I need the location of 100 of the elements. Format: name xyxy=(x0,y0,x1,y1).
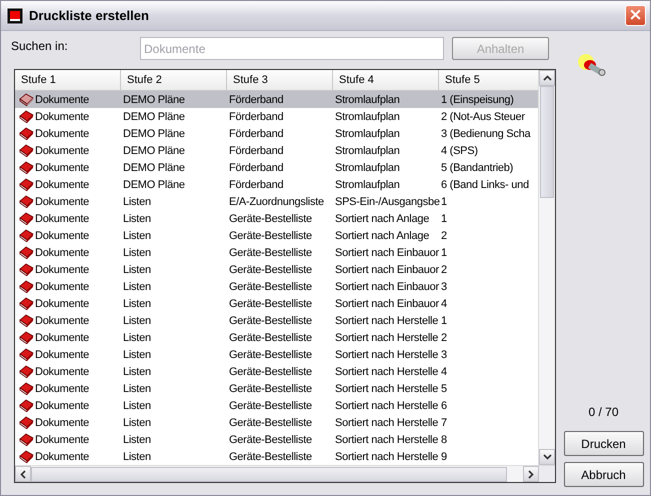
table-cell: Stromlaufplan xyxy=(335,110,400,122)
table-row[interactable]: Dokumente Listen E/A-Zuordnungsliste SPS-Ein-/Ausgangsbe1 xyxy=(15,193,538,210)
table-cell: 3 (Bedienung Scha xyxy=(441,128,530,140)
table-cell: Sortiert nach Herstelle xyxy=(335,400,438,412)
table-cell: DEMO Pläne xyxy=(123,178,185,190)
horizontal-scrollbar[interactable] xyxy=(15,465,555,482)
table-cell: SPS-Ein-/Ausgangsbe xyxy=(335,196,440,208)
table-row[interactable]: Dokumente Listen Geräte-Bestelliste Sortiert nach Herstelle 3 xyxy=(15,346,538,363)
table-cell: Dokumente xyxy=(35,264,90,276)
scroll-thumb[interactable] xyxy=(540,86,554,198)
table-row[interactable]: Dokumente Listen Geräte-Bestelliste Sortiert nach Herstelle 9 xyxy=(15,448,538,465)
table-cell: Förderband xyxy=(229,162,284,174)
table-cell: Geräte-Bestelliste xyxy=(229,450,312,462)
table-row[interactable]: Dokumente DEMO Pläne Förderband Stromlaufplan 6 (Band Links- und xyxy=(15,176,538,193)
table-cell: Listen xyxy=(123,298,151,310)
table-cell: Listen xyxy=(123,280,151,292)
scroll-up-button[interactable] xyxy=(539,70,555,86)
column-header[interactable]: Stufe 5 xyxy=(439,70,538,90)
table-cell: 2 (Not-Aus Steuer xyxy=(441,110,525,122)
table-row[interactable]: Dokumente Listen Geräte-Bestelliste Sortiert nach Herstelle 5 xyxy=(15,380,538,397)
table-row[interactable]: Dokumente DEMO Pläne Förderband Stromlaufplan 5 (Bandantrieb) xyxy=(15,159,538,176)
table-cell: 2 xyxy=(441,264,447,276)
table-cell: Listen xyxy=(123,212,151,224)
table-cell: DEMO Pläne xyxy=(123,110,185,122)
table-cell: Dokumente xyxy=(35,400,90,412)
table-cell: Sortiert nach Einbauor xyxy=(335,280,439,292)
table-cell: Förderband xyxy=(229,178,284,190)
table-cell: Sortiert nach Herstelle xyxy=(335,416,438,428)
table-cell: Geräte-Bestelliste xyxy=(229,298,312,310)
table-cell: Stromlaufplan xyxy=(335,94,400,106)
table-cell: Sortiert nach Anlage xyxy=(335,212,430,224)
table-row[interactable]: Dokumente Listen Geräte-Bestelliste Sortiert nach Herstelle 2 xyxy=(15,329,538,346)
table-row[interactable]: Dokumente Listen Geräte-Bestelliste Sortiert nach Anlage 1 xyxy=(15,210,538,227)
table-row[interactable]: Dokumente DEMO Pläne Förderband Stromlaufplan 4 (SPS) xyxy=(15,142,538,159)
table-row[interactable]: Dokumente Listen Geräte-Bestelliste Sortiert nach Einbauor 2 xyxy=(15,261,538,278)
table-cell: Stromlaufplan xyxy=(335,128,400,140)
table-cell: Dokumente xyxy=(35,144,90,156)
column-header[interactable]: Stufe 4 xyxy=(333,70,439,90)
book-icon xyxy=(19,348,34,361)
table-row[interactable]: Dokumente Listen Geräte-Bestelliste Sortiert nach Einbauor 1 xyxy=(15,244,538,261)
dialog-button[interactable]: Drucken xyxy=(564,431,644,456)
table-cell: Dokumente xyxy=(35,128,90,140)
table-cell: Listen xyxy=(123,264,151,276)
table-cell: Geräte-Bestelliste xyxy=(229,212,312,224)
table-cell: Dokumente xyxy=(35,348,90,360)
table-cell: 1 xyxy=(441,196,447,208)
table-row[interactable]: Dokumente Listen Geräte-Bestelliste Sortiert nach Einbauor 3 xyxy=(15,278,538,295)
scroll-left-button[interactable] xyxy=(15,466,31,482)
table-cell: Listen xyxy=(123,416,151,428)
table-cell: Sortiert nach Einbauor xyxy=(335,246,439,258)
table-row[interactable]: Dokumente Listen Geräte-Bestelliste Sortiert nach Anlage 2 xyxy=(15,227,538,244)
table-cell: Dokumente xyxy=(35,246,90,258)
table-cell: Sortiert nach Einbauor xyxy=(335,298,439,310)
table-cell: Listen xyxy=(123,434,151,446)
scroll-right-button[interactable] xyxy=(523,466,539,482)
table-cell: 8 xyxy=(441,434,447,446)
book-icon xyxy=(19,314,34,327)
table-cell: Listen xyxy=(123,246,151,258)
table-cell: Stromlaufplan xyxy=(335,162,400,174)
table-cell: DEMO Pläne xyxy=(123,94,185,106)
vertical-scrollbar[interactable] xyxy=(538,70,555,465)
book-icon xyxy=(19,144,34,157)
book-icon xyxy=(19,161,34,174)
dialog-button[interactable]: Abbruch xyxy=(564,462,644,487)
table-cell: Geräte-Bestelliste xyxy=(229,400,312,412)
table-cell: Dokumente xyxy=(35,110,90,122)
table-cell: Dokumente xyxy=(35,230,90,242)
table-row[interactable]: Dokumente Listen Geräte-Bestelliste Sortiert nach Herstelle 4 xyxy=(15,363,538,380)
table-cell: 2 xyxy=(441,332,447,344)
column-header[interactable]: Stufe 2 xyxy=(121,70,227,90)
table-row[interactable]: Dokumente DEMO Pläne Förderband Stromlaufplan 3 (Bedienung Scha xyxy=(15,125,538,142)
book-icon xyxy=(19,331,34,344)
table-cell: 5 (Bandantrieb) xyxy=(441,162,514,174)
table-row[interactable]: Dokumente Listen Geräte-Bestelliste Sortiert nach Herstelle 7 xyxy=(15,414,538,431)
table-cell: 1 xyxy=(441,246,447,258)
table-cell: 1 xyxy=(441,314,447,326)
table-cell: Geräte-Bestelliste xyxy=(229,332,312,344)
table-cell: Geräte-Bestelliste xyxy=(229,348,312,360)
table-cell: Dokumente xyxy=(35,162,90,174)
column-header[interactable]: Stufe 3 xyxy=(227,70,333,90)
table-cell: Sortiert nach Herstelle xyxy=(335,366,438,378)
table-cell: Dokumente xyxy=(35,94,90,106)
book-icon xyxy=(19,110,34,123)
table-cell: 5 xyxy=(441,382,447,394)
table-cell: Dokumente xyxy=(35,332,90,344)
table-row[interactable]: Dokumente DEMO Pläne Förderband Stromlaufplan 1 (Einspeisung) xyxy=(15,91,538,108)
column-header[interactable]: Stufe 1 xyxy=(15,70,121,90)
scroll-down-button[interactable] xyxy=(539,449,555,465)
table-cell: Listen xyxy=(123,332,151,344)
table-row[interactable]: Dokumente Listen Geräte-Bestelliste Sortiert nach Herstelle 6 xyxy=(15,397,538,414)
book-icon xyxy=(19,450,34,463)
table-cell: Dokumente xyxy=(35,416,90,428)
table-cell: Geräte-Bestelliste xyxy=(229,416,312,428)
table-row[interactable]: Dokumente Listen Geräte-Bestelliste Sortiert nach Herstelle 8 xyxy=(15,431,538,448)
table-row[interactable]: Dokumente DEMO Pläne Förderband Stromlaufplan 2 (Not-Aus Steuer xyxy=(15,108,538,125)
table-row[interactable]: Dokumente Listen Geräte-Bestelliste Sortiert nach Herstelle 1 xyxy=(15,312,538,329)
scroll-thumb[interactable] xyxy=(31,467,507,482)
table-cell: Sortiert nach Einbauor xyxy=(335,264,439,276)
table-cell: Listen xyxy=(123,230,151,242)
table-row[interactable]: Dokumente Listen Geräte-Bestelliste Sortiert nach Einbauor 4 xyxy=(15,295,538,312)
